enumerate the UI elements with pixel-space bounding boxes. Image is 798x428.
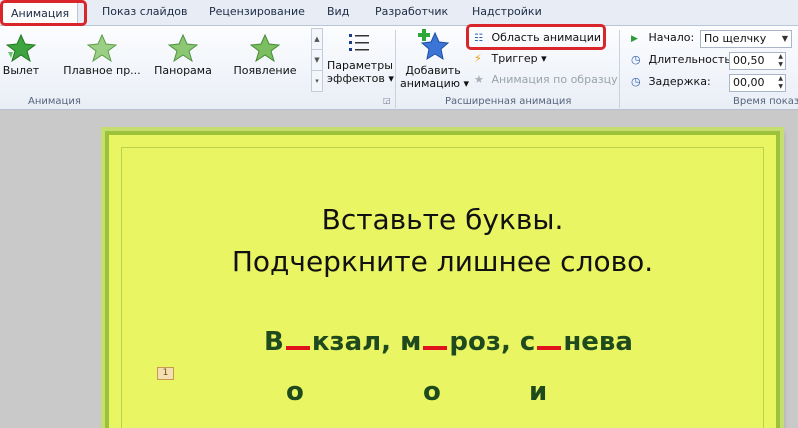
gallery-item-label: Плавное пр... [63,64,141,77]
play-icon: ▶ [631,34,638,44]
powerpoint-window: Анимация Показ слайдов Рецензирование Ви… [0,0,798,428]
gallery-item-label: Появление [233,64,297,77]
tab-addins[interactable]: Надстройки [472,5,542,18]
gallery-item-appear[interactable]: Появление [230,28,300,90]
clock-icon: ◷ [631,75,641,88]
chevron-down-icon: ▼ [781,34,788,43]
blank-gap [423,326,448,350]
effect-options-line1: Параметры [327,59,393,72]
tab-review[interactable]: Рецензирование [209,5,305,18]
tab-animation[interactable]: Анимация [2,2,79,26]
animation-pane-label: Область анимации [491,31,602,44]
trigger-label: Триггер [491,52,538,65]
slide-inner-frame: Вставьте буквы. Подчеркните лишнее слово… [121,147,764,428]
lightning-icon: ⚡ [474,52,482,65]
star-brush-icon: ★ [474,73,484,86]
trigger-button[interactable]: ⚡ Триггер ▾ [474,50,547,68]
delay-label: Задержка: [648,75,711,88]
word-part: роз, [449,327,511,357]
start-dropdown[interactable]: По щелчку ▼ [700,30,792,48]
clock-icon: ◷ [631,53,641,66]
gallery-item-flyin[interactable]: Вылет [0,28,42,90]
slide-title-line2[interactable]: Подчеркните лишнее слово. [122,245,763,278]
green-star-icon [250,34,280,62]
group-label-animation: Анимация [28,96,81,107]
answer-letter-3[interactable]: и [529,377,547,407]
blank-gap [537,326,562,350]
tab-developer[interactable]: Разработчик [375,5,448,18]
start-dropdown-value: По щелчку [704,32,767,45]
word-part: м [400,327,422,357]
start-label-row: ▶ Начало: [631,29,694,47]
green-star-icon [87,34,117,62]
effect-options-line2: эффектов [327,72,385,85]
effect-options-button[interactable]: Параметры эффектов ▾ [327,30,394,85]
word-part: В [264,327,284,357]
animation-painter-button[interactable]: ★ Анимация по образцу [474,71,618,89]
slide[interactable]: Вставьте буквы. Подчеркните лишнее слово… [105,131,780,428]
add-animation-line2: анимацию [400,77,461,90]
gallery-item-smooth[interactable]: Плавное пр... [62,28,142,90]
slide-title-line1[interactable]: Вставьте буквы. [122,203,763,236]
group-label-advanced: Расширенная анимация [445,96,572,107]
answer-letter-2[interactable]: о [423,377,441,407]
add-animation-button[interactable]: Добавить анимацию ▾ [400,28,469,90]
gallery-scroll-up-icon[interactable]: ▲ [312,29,322,50]
gallery-item-label: Вылет [2,64,40,77]
gallery-scroll-down-icon[interactable]: ▼ [312,50,322,71]
gallery-item-panorama[interactable]: Панорама [150,28,216,90]
gallery-more-icon[interactable]: ▾ [312,71,322,92]
dialog-launcher-icon[interactable]: ◲ [383,96,391,105]
duration-spinner[interactable]: 00,50 ▲ ▼ [729,52,786,70]
delay-spinner[interactable]: 00,00 ▲ ▼ [729,74,786,92]
ribbon-tab-bar: Анимация Показ слайдов Рецензирование Ви… [0,0,798,26]
green-star-icon [168,34,198,62]
word-part: нева [563,327,633,357]
word-part: кзал, [311,327,392,357]
duration-label-row: ◷ Длительность: [631,51,735,69]
animation-pane-button[interactable]: ☷ Область анимации [474,29,601,47]
spinner-arrows-icon[interactable]: ▲ ▼ [778,75,783,91]
green-star-icon [6,34,36,62]
tab-view[interactable]: Вид [327,5,349,18]
group-label-timing: Время показа [733,96,798,107]
add-animation-star-icon [418,29,450,61]
list-options-icon [349,34,369,51]
add-animation-line1: Добавить [405,64,461,77]
animation-order-tag[interactable]: 1 [157,367,174,380]
word-part: с [519,327,536,357]
ribbon: Вылет Плавное пр... Панорама Появление ▲… [0,26,798,110]
animation-pane-icon: ☷ [474,33,483,44]
gallery-item-label: Панорама [154,64,212,77]
tab-slideshow[interactable]: Показ слайдов [102,5,188,18]
gallery-scrollbar[interactable]: ▲ ▼ ▾ [311,28,323,92]
delay-value: 00,00 [733,76,765,89]
animation-painter-label: Анимация по образцу [491,73,618,86]
group-separator [619,30,620,108]
spinner-arrows-icon[interactable]: ▲ ▼ [778,53,783,69]
exercise-words[interactable]: Вкзал, м роз, с нева [264,326,633,357]
duration-value: 00,50 [733,54,765,67]
group-separator [395,30,396,108]
delay-label-row: ◷ Задержка: [631,73,711,91]
start-label: Начало: [648,31,695,44]
duration-label: Длительность: [648,53,735,66]
blank-gap [285,326,310,350]
answer-letter-1[interactable]: о [286,377,304,407]
